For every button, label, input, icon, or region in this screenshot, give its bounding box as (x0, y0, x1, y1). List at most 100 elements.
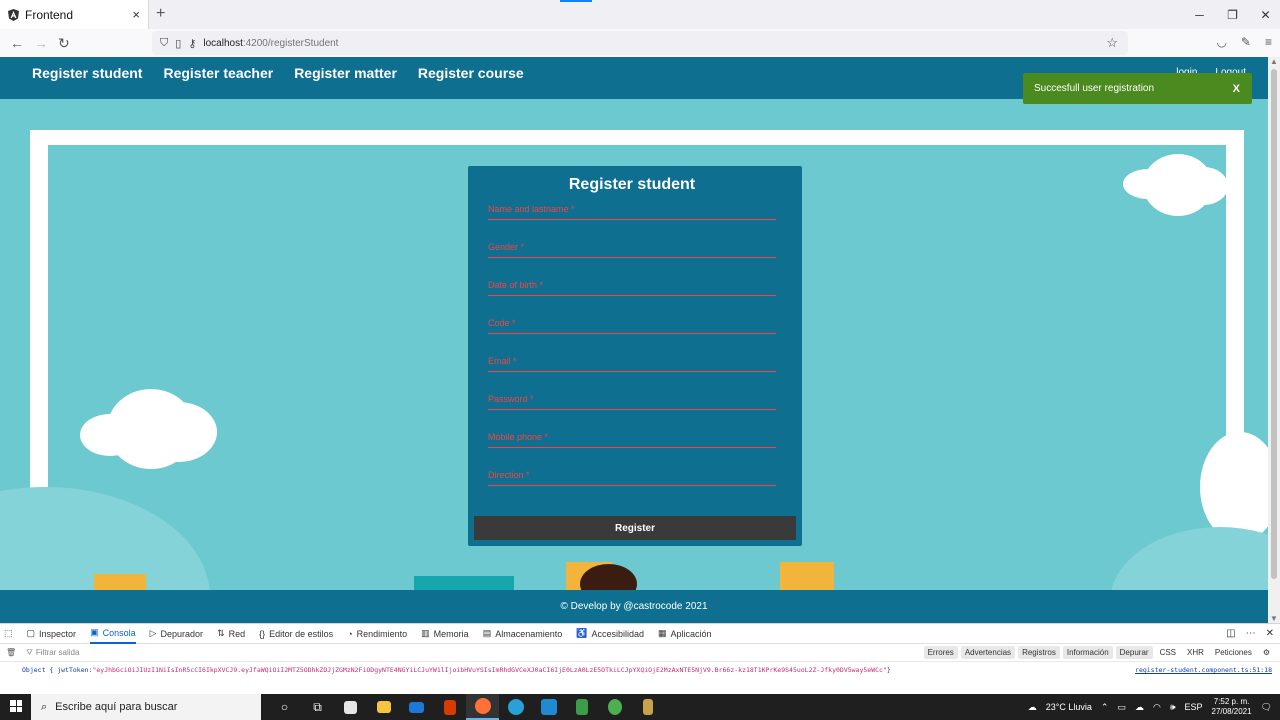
filter-requests[interactable]: Peticiones (1211, 646, 1256, 659)
scrollbar-thumb[interactable] (1271, 69, 1277, 579)
settings-gear-icon[interactable]: ⚙ (1259, 646, 1274, 659)
windows-start-icon[interactable] (10, 700, 22, 712)
weather-text[interactable]: 23°C Lluvia (1046, 702, 1092, 712)
trash-icon[interactable]: 🗑 (6, 648, 16, 657)
tab-accessibility[interactable]: ♿ Accesibilidad (576, 628, 644, 639)
cortana-icon[interactable]: ○ (268, 694, 301, 720)
field-label: Code * (488, 318, 516, 328)
filter-xhr[interactable]: XHR (1183, 646, 1208, 659)
clock[interactable]: 7:52 p. m. 27/08/2021 (1212, 697, 1252, 717)
vscode-icon[interactable] (532, 694, 565, 720)
task-view-icon[interactable]: ⧉ (301, 694, 334, 720)
bookmark-star-icon[interactable]: ☆ (1106, 35, 1118, 51)
mongodb-compass-icon[interactable] (565, 694, 598, 720)
level-errors[interactable]: Errores (923, 646, 958, 659)
nav-register-course[interactable]: Register course (418, 65, 524, 81)
log-prefix: Object { jwtToken: (22, 666, 93, 674)
tab-memory[interactable]: ▥ Memoria (421, 628, 469, 639)
level-logs[interactable]: Registros (1018, 646, 1060, 659)
register-button[interactable]: Register (474, 516, 796, 540)
taskbar-search[interactable]: ⌕ Escribe aquí para buscar (31, 694, 261, 720)
scroll-up-icon[interactable]: ▲ (1270, 57, 1278, 66)
file-explorer-icon[interactable] (367, 694, 400, 720)
direction-field[interactable]: Direction * (488, 470, 776, 508)
back-icon[interactable]: ← (10, 35, 24, 51)
code-field[interactable]: Code * (488, 318, 776, 356)
scroll-down-icon[interactable]: ▼ (1270, 614, 1278, 623)
date-of-birth-field[interactable]: Date of birth * (488, 280, 776, 318)
nav-register-teacher[interactable]: Register teacher (163, 65, 273, 81)
pocket-icon[interactable]: ◡ (1216, 35, 1226, 49)
wifi-icon[interactable]: ◠ (1153, 702, 1161, 713)
window-controls: ─ ❐ ✕ (1181, 0, 1280, 29)
firefox-icon[interactable] (466, 694, 499, 720)
name-field[interactable]: Name and lastname * (488, 204, 776, 242)
store-icon[interactable] (334, 694, 367, 720)
tab-performance[interactable]: ◔ Rendimiento (347, 629, 407, 639)
level-debug[interactable]: Depurar (1115, 646, 1153, 659)
pick-element-icon[interactable]: ⬚ (4, 628, 13, 639)
cloud-sync-icon[interactable]: ☁ (1135, 702, 1144, 713)
toast-message: Succesfull user registration (1034, 83, 1155, 94)
browser-tab[interactable]: Frontend × (0, 0, 149, 29)
field-label: Direction * (488, 470, 530, 480)
search-icon: ⌕ (41, 700, 48, 713)
minimize-button[interactable]: ─ (1185, 0, 1214, 29)
forward-icon[interactable]: → (34, 35, 48, 51)
windows-taskbar: ⌕ Escribe aquí para buscar ○ ⧉ ☁ 23°C Ll… (0, 694, 1280, 720)
tab-close-icon[interactable]: × (132, 7, 140, 22)
book-decoration (780, 562, 834, 590)
language-indicator[interactable]: ESP (1185, 702, 1203, 712)
gender-field[interactable]: Gender * (488, 242, 776, 280)
devtools-controls: ◫ ⋯ ✕ (1226, 628, 1274, 639)
level-info[interactable]: Información (1062, 646, 1113, 659)
mail-icon[interactable] (400, 694, 433, 720)
tab-inspector[interactable]: ▢ Inspector (27, 628, 77, 639)
more-icon[interactable]: ⋯ (1246, 628, 1256, 639)
tab-network[interactable]: ⇅ Red (217, 628, 245, 639)
office-icon[interactable] (433, 694, 466, 720)
nav-register-matter[interactable]: Register matter (294, 65, 397, 81)
console-log-entry[interactable]: Object { jwtToken: "eyJhbGciOiJIUzI1NiIs… (0, 662, 1280, 678)
password-field[interactable]: Password * (488, 394, 776, 432)
tab-debugger[interactable]: ▷ Depurador (150, 628, 203, 639)
mongodb-icon[interactable] (598, 694, 631, 720)
menu-icon[interactable]: ≡ (1265, 35, 1272, 49)
dropper-icon[interactable]: ✎ (1241, 35, 1251, 49)
nav-register-student[interactable]: Register student (32, 65, 142, 81)
url-bar[interactable]: ⛉ ▯ ⚷ localhost:4200/registerStudent ☆ (152, 31, 1128, 55)
email-field[interactable]: Email * (488, 356, 776, 394)
tab-application[interactable]: ▦ Aplicación (658, 628, 712, 639)
register-student-form: Register student Name and lastname * Gen… (468, 166, 802, 546)
tab-storage[interactable]: ▤ Almacenamiento (483, 628, 563, 639)
close-devtools-icon[interactable]: ✕ (1266, 628, 1274, 639)
shield-icon: ⛉ (160, 36, 169, 49)
close-window-button[interactable]: ✕ (1251, 0, 1280, 29)
toast-close-button[interactable]: X (1233, 83, 1240, 95)
tab-style-editor[interactable]: {} Editor de estilos (259, 629, 333, 639)
page-icon: ▯ (175, 37, 182, 50)
url-host: localhost (203, 37, 243, 49)
toolbar-right: ◡ ✎ ≡ (1216, 35, 1272, 49)
filter-input[interactable]: Filtrar salida (36, 648, 80, 657)
notifications-icon[interactable]: 🗨 (1261, 702, 1272, 713)
log-source-link[interactable]: register-student.component.ts:51:18 (1135, 666, 1272, 674)
reload-icon[interactable]: ↻ (58, 35, 70, 52)
dock-icon[interactable]: ◫ (1226, 628, 1235, 639)
level-warnings[interactable]: Advertencias (960, 646, 1016, 659)
new-tab-button[interactable]: + (156, 5, 165, 23)
tab-console[interactable]: ▣ Consola (90, 624, 136, 644)
chevron-up-icon[interactable]: ⌃ (1101, 702, 1109, 713)
weather-icon[interactable]: ☁ (1028, 702, 1037, 713)
filter-icon: ⛛ (26, 647, 33, 657)
edge-icon[interactable] (499, 694, 532, 720)
mobile-phone-field[interactable]: Mobile phone * (488, 432, 776, 470)
page-scrollbar[interactable]: ▲ ▼ (1268, 57, 1280, 623)
volume-icon[interactable]: 🕪 (1170, 702, 1176, 713)
app-icon[interactable] (631, 694, 664, 720)
system-tray: ☁ 23°C Lluvia ⌃ ▭ ☁ ◠ 🕪 ESP 7:52 p. m. 2… (1028, 694, 1272, 720)
battery-icon[interactable]: ▭ (1117, 702, 1126, 713)
filter-css[interactable]: CSS (1156, 646, 1180, 659)
footer-text: © Develop by @castrocode 2021 (560, 601, 708, 612)
restore-button[interactable]: ❐ (1218, 0, 1247, 29)
